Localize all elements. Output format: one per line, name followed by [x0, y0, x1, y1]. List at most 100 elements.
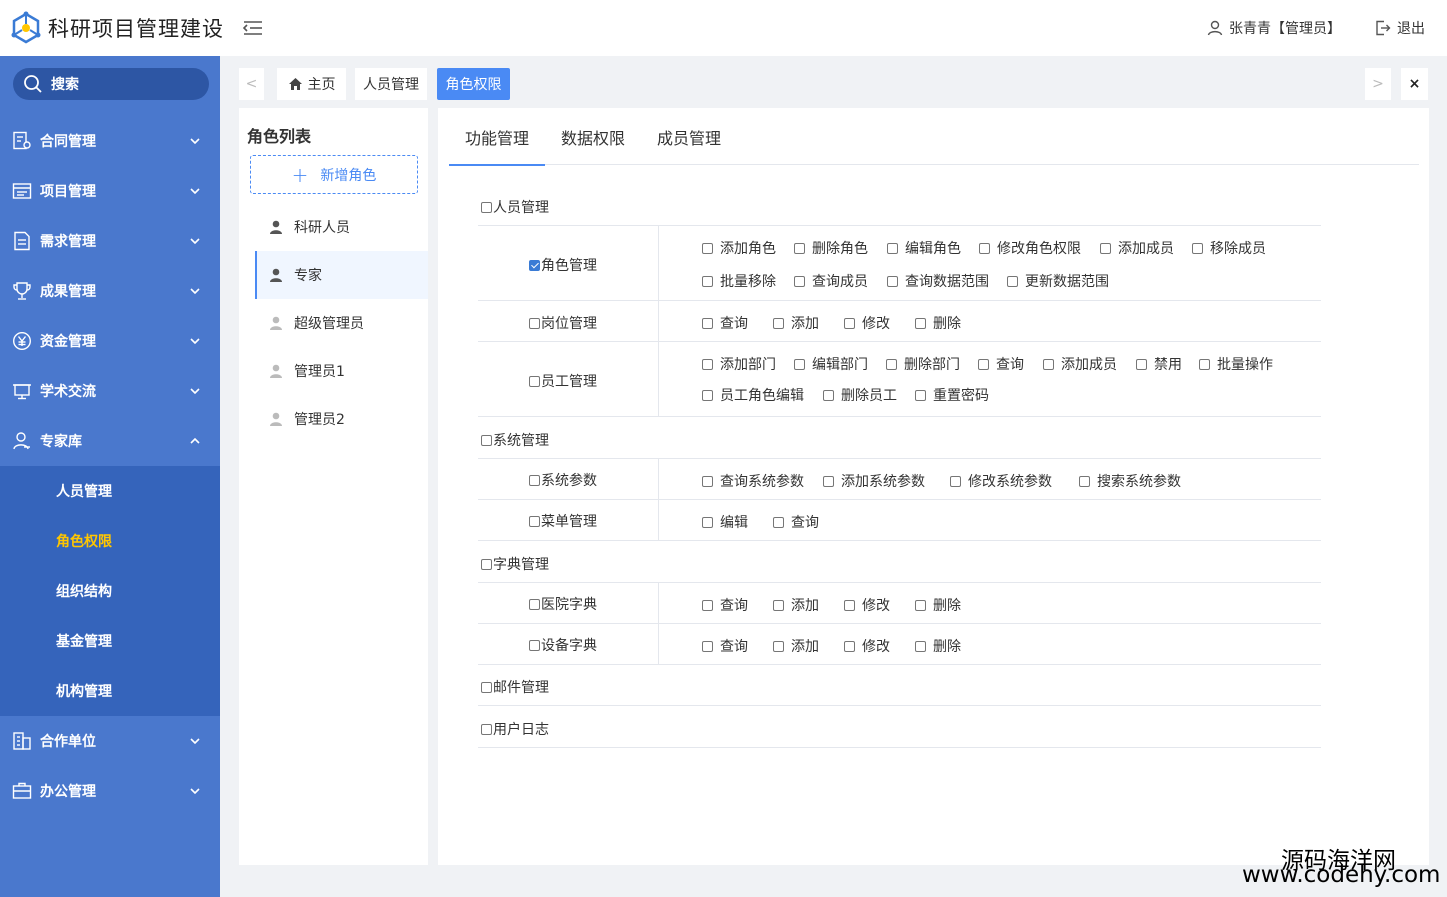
checkbox[interactable]	[1007, 275, 1018, 287]
role-item[interactable]: 专家	[255, 251, 428, 299]
tab-members[interactable]: 成员管理	[641, 108, 737, 165]
perm-op[interactable]: 删除	[915, 595, 961, 615]
menu-collapse-icon[interactable]	[242, 17, 264, 39]
perm-op[interactable]: 查询	[702, 313, 748, 333]
checkbox[interactable]	[702, 475, 713, 487]
checkbox[interactable]	[529, 515, 540, 527]
checkbox[interactable]	[529, 317, 540, 329]
checkbox[interactable]	[823, 475, 834, 487]
perm-group[interactable]: 人员管理	[481, 197, 549, 217]
perm-op[interactable]: 添加角色	[702, 238, 776, 258]
perm-op[interactable]: 移除成员	[1192, 238, 1266, 258]
checkbox[interactable]	[1192, 242, 1203, 254]
perm-op[interactable]: 查询成员	[794, 271, 868, 291]
checkbox[interactable]	[887, 275, 898, 287]
perm-op[interactable]: 添加	[773, 636, 819, 656]
perm-group[interactable]: 邮件管理	[481, 677, 549, 697]
checkbox[interactable]	[529, 639, 540, 651]
submenu-item-fund[interactable]: 基金管理	[0, 616, 220, 666]
checkbox[interactable]	[529, 259, 540, 271]
perm-op[interactable]: 查询	[978, 354, 1024, 374]
role-item[interactable]: 管理员1	[255, 347, 428, 395]
checkbox[interactable]	[702, 275, 713, 287]
tab-data-permission[interactable]: 数据权限	[545, 108, 641, 165]
role-item[interactable]: 管理员2	[255, 395, 428, 443]
tab-home[interactable]: 主页	[277, 68, 346, 100]
tab-function[interactable]: 功能管理	[449, 108, 546, 166]
tab-people[interactable]: 人员管理	[355, 68, 427, 100]
perm-op[interactable]: 编辑角色	[887, 238, 961, 258]
sidebar-item-partners[interactable]: 合作单位	[0, 716, 220, 766]
checkbox[interactable]	[529, 375, 540, 387]
submenu-item-people[interactable]: 人员管理	[0, 466, 220, 516]
perm-op[interactable]: 修改	[844, 313, 890, 333]
perm-op[interactable]: 删除	[915, 313, 961, 333]
checkbox[interactable]	[529, 474, 540, 486]
checkbox[interactable]	[1199, 358, 1210, 370]
perm-op[interactable]: 批量移除	[702, 271, 776, 291]
perm-op[interactable]: 重置密码	[915, 385, 989, 405]
sidebar-item-project[interactable]: 项目管理	[0, 166, 220, 216]
perm-op[interactable]: 禁用	[1136, 354, 1182, 374]
add-role-button[interactable]: + 新增角色	[250, 155, 418, 194]
checkbox[interactable]	[481, 201, 492, 213]
submenu-item-org[interactable]: 组织结构	[0, 566, 220, 616]
perm-op[interactable]: 添加部门	[702, 354, 776, 374]
perm-op[interactable]: 编辑	[702, 512, 748, 532]
checkbox[interactable]	[702, 389, 713, 401]
checkbox[interactable]	[773, 640, 784, 652]
perm-op[interactable]: 添加	[773, 595, 819, 615]
checkbox[interactable]	[844, 317, 855, 329]
checkbox[interactable]	[773, 599, 784, 611]
tabs-next-button[interactable]: >	[1365, 68, 1391, 100]
checkbox[interactable]	[979, 242, 990, 254]
checkbox[interactable]	[481, 558, 492, 570]
checkbox[interactable]	[915, 317, 926, 329]
role-item[interactable]: 科研人员	[255, 203, 428, 251]
perm-sub[interactable]: 员工管理	[529, 371, 597, 391]
perm-sub[interactable]: 菜单管理	[529, 511, 597, 531]
perm-op[interactable]: 更新数据范围	[1007, 271, 1109, 291]
perm-op[interactable]: 修改系统参数	[950, 471, 1052, 491]
checkbox[interactable]	[915, 599, 926, 611]
sidebar-item-office[interactable]: 办公管理	[0, 766, 220, 816]
checkbox[interactable]	[794, 358, 805, 370]
checkbox[interactable]	[529, 598, 540, 610]
perm-op[interactable]: 删除员工	[823, 385, 897, 405]
tabs-close-button[interactable]: ×	[1401, 68, 1428, 100]
perm-group[interactable]: 系统管理	[481, 430, 549, 450]
perm-sub[interactable]: 角色管理	[529, 255, 597, 275]
submenu-item-institution[interactable]: 机构管理	[0, 666, 220, 716]
checkbox[interactable]	[1079, 475, 1090, 487]
checkbox[interactable]	[481, 434, 492, 446]
checkbox[interactable]	[481, 723, 492, 735]
checkbox[interactable]	[844, 599, 855, 611]
perm-op[interactable]: 修改	[844, 595, 890, 615]
perm-op[interactable]: 添加成员	[1100, 238, 1174, 258]
perm-op[interactable]: 修改	[844, 636, 890, 656]
checkbox[interactable]	[886, 358, 897, 370]
checkbox[interactable]	[702, 516, 713, 528]
checkbox[interactable]	[773, 317, 784, 329]
perm-op[interactable]: 添加系统参数	[823, 471, 925, 491]
checkbox[interactable]	[823, 389, 834, 401]
perm-op[interactable]: 查询系统参数	[702, 471, 804, 491]
perm-op[interactable]: 查询数据范围	[887, 271, 989, 291]
perm-op[interactable]: 查询	[773, 512, 819, 532]
perm-group[interactable]: 字典管理	[481, 554, 549, 574]
perm-op[interactable]: 搜索系统参数	[1079, 471, 1181, 491]
checkbox[interactable]	[702, 640, 713, 652]
sidebar-item-achievement[interactable]: 成果管理	[0, 266, 220, 316]
sidebar-item-funds[interactable]: 资金管理	[0, 316, 220, 366]
logout-button[interactable]: 退出	[1375, 18, 1425, 38]
tab-role-permission[interactable]: 角色权限	[437, 68, 510, 100]
checkbox[interactable]	[773, 516, 784, 528]
perm-sub[interactable]: 岗位管理	[529, 313, 597, 333]
perm-sub[interactable]: 设备字典	[529, 635, 597, 655]
checkbox[interactable]	[702, 599, 713, 611]
sidebar-item-requirement[interactable]: 需求管理	[0, 216, 220, 266]
perm-op[interactable]: 删除角色	[794, 238, 868, 258]
perm-op[interactable]: 删除部门	[886, 354, 960, 374]
checkbox[interactable]	[887, 242, 898, 254]
perm-op[interactable]: 删除	[915, 636, 961, 656]
